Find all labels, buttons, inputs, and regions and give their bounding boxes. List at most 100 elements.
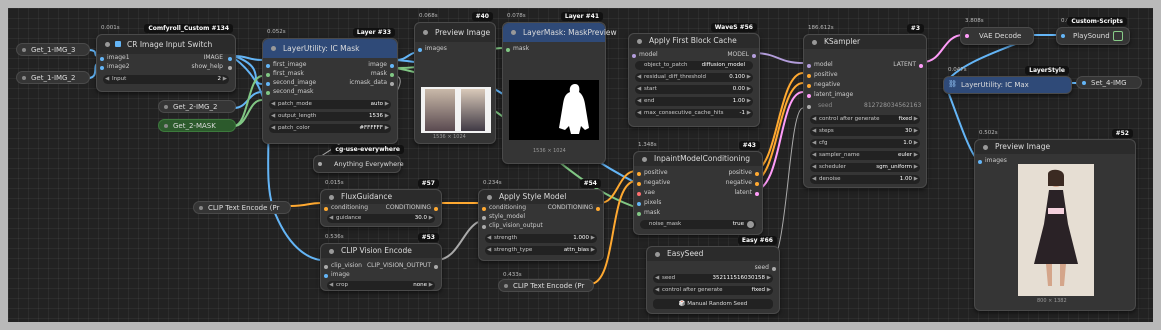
input-slot[interactable]: negative bbox=[814, 81, 840, 88]
easy-seed-node[interactable]: Easy #66 EasySeed seed ◀ seed 352111516030… bbox=[646, 236, 780, 314]
inpaint-model-conditioning-node[interactable]: 1.348s #43 InpaintModelConditioning posi… bbox=[633, 141, 763, 235]
strength-type-field[interactable]: ◀ strength_type attn_bias ▶ bbox=[485, 246, 597, 255]
node-badge: Easy #66 bbox=[737, 236, 777, 245]
checkbox-icon[interactable] bbox=[115, 41, 121, 47]
input-slot[interactable]: style_model bbox=[489, 213, 525, 220]
input-slot[interactable]: negative bbox=[644, 179, 670, 186]
input-slot[interactable]: clip_vision bbox=[331, 262, 362, 269]
timing-label: 0.068s bbox=[419, 13, 438, 19]
input-slot[interactable]: pixels bbox=[644, 199, 661, 206]
strength-field[interactable]: ◀ strength 1.000 ▶ bbox=[485, 234, 597, 243]
output-slot[interactable]: image bbox=[368, 61, 387, 68]
input-slot[interactable]: positive bbox=[644, 169, 668, 176]
input-slot[interactable]: vae bbox=[644, 189, 655, 196]
residual-diff-threshold-field[interactable]: ◀ residual_diff_threshold 0.100 ▶ bbox=[635, 73, 753, 82]
node-graph-canvas[interactable]: Get_1-IMG_3 Get_1-IMG_2 Get_2-IMG_2 Get_… bbox=[8, 8, 1153, 322]
output-slot[interactable]: CONDITIONING bbox=[548, 204, 593, 211]
node-badge: Comfyroll_Custom #134 bbox=[144, 24, 233, 33]
input-slot[interactable]: model bbox=[639, 51, 658, 58]
input-slot[interactable]: first_image bbox=[273, 61, 306, 68]
patch-mode-field[interactable]: ◀ patch_mode auto ▶ bbox=[269, 100, 391, 109]
preview-image-node-2[interactable]: 0.502s #52 Preview Image images 800 × 13… bbox=[974, 129, 1136, 311]
input-slot[interactable]: latent_image bbox=[814, 91, 853, 98]
get-img3-node[interactable]: Get_1-IMG_3 bbox=[16, 43, 90, 56]
input-slot[interactable]: conditioning bbox=[331, 204, 368, 211]
output-slot[interactable]: CONDITIONING bbox=[386, 204, 431, 211]
vae-decode-node[interactable]: 3.808s VAE Decode bbox=[960, 18, 1034, 45]
output-slot[interactable]: LATENT bbox=[893, 61, 916, 68]
get-img2-node[interactable]: Get_1-IMG_2 bbox=[16, 71, 90, 84]
node-title: PlaySound bbox=[1073, 32, 1110, 40]
crop-field[interactable]: ◀ crop none ▶ bbox=[327, 281, 435, 290]
playsound-node[interactable]: 0.003s Custom-Scripts PlaySound bbox=[1056, 17, 1130, 45]
anything-everywhere-node[interactable]: cg-use-everywhere Anything Everywhere bbox=[313, 145, 404, 173]
node-title: LayerUtility: IC Max bbox=[961, 81, 1029, 89]
input-slot[interactable]: second_image bbox=[273, 79, 316, 86]
end-field[interactable]: ◀ end 1.00 ▶ bbox=[635, 97, 753, 106]
node-label: Get_2-IMG_2 bbox=[173, 103, 218, 111]
ic-max-node[interactable]: 0.047s LayerStyle ⛓ LayerUtility: IC Max bbox=[943, 66, 1072, 94]
output-slot[interactable]: mask bbox=[371, 70, 387, 77]
output-slot[interactable]: positive bbox=[728, 169, 752, 176]
input-slot[interactable]: first_mask bbox=[273, 70, 304, 77]
output-slot[interactable]: seed bbox=[755, 264, 769, 271]
denoise-field[interactable]: ◀ denoise 1.00 ▶ bbox=[810, 175, 920, 184]
steps-field[interactable]: ◀ steps 30 ▶ bbox=[810, 127, 920, 136]
output-slot[interactable]: negative bbox=[726, 179, 752, 186]
ic-mask-node[interactable]: 0.052s Layer #33 LayerUtility: IC Mask f… bbox=[262, 28, 398, 144]
input-selector[interactable]: ◀ Input 2 ▶ bbox=[103, 75, 229, 84]
input-slot[interactable]: images bbox=[985, 157, 1007, 164]
input-slot[interactable]: clip_vision_output bbox=[489, 222, 543, 229]
input-slot[interactable]: positive bbox=[814, 71, 838, 78]
timing-label: 0.234s bbox=[483, 180, 502, 186]
input-slot[interactable]: images bbox=[425, 45, 447, 52]
cfg-field[interactable]: ◀ cfg 1.0 ▶ bbox=[810, 139, 920, 148]
scheduler-field[interactable]: ◀ scheduler sgm_uniform ▶ bbox=[810, 163, 920, 172]
apply-style-model-node[interactable]: 0.234s #54 Apply Style Model conditionin… bbox=[478, 179, 604, 261]
input-slot[interactable]: mask bbox=[513, 45, 529, 52]
clip-vision-encode-node[interactable]: 0.536s #53 CLIP Vision Encode clip_visio… bbox=[320, 233, 442, 291]
output-slot[interactable]: show_help bbox=[192, 63, 223, 70]
seed-value[interactable]: 812728034562163 bbox=[864, 102, 921, 109]
node-label: Set_4-IMG bbox=[1091, 79, 1127, 87]
clip-text-encode-node[interactable]: CLIP Text Encode (Pr bbox=[193, 201, 291, 214]
patch-color-field[interactable]: ◀ patch_color #FFFFFF ▶ bbox=[269, 124, 391, 133]
clip-text-encode-node-2[interactable]: CLIP Text Encode (Pr 0.433s bbox=[498, 272, 594, 292]
control-after-generate-field[interactable]: ◀ control after generate fixed ▶ bbox=[810, 115, 920, 124]
control-after-generate-field[interactable]: ◀ control after generate fixed ▶ bbox=[653, 286, 773, 295]
ksampler-node[interactable]: 186.612s #3 KSampler model positive nega… bbox=[803, 24, 927, 188]
noise-mask-toggle[interactable]: noise_mask true bbox=[640, 220, 756, 229]
object-to-patch-field[interactable]: object_to_patch diffusion_model bbox=[635, 61, 753, 70]
start-field[interactable]: ◀ start 0.00 ▶ bbox=[635, 85, 753, 94]
input-slot[interactable]: image bbox=[331, 271, 350, 278]
input-slot[interactable]: conditioning bbox=[489, 204, 526, 211]
apply-first-block-cache-node[interactable]: WaveS #56 Apply First Block Cache model … bbox=[628, 23, 760, 127]
output-slot[interactable]: MODEL bbox=[727, 51, 749, 58]
toggle-knob-icon[interactable] bbox=[747, 221, 754, 228]
input-slot[interactable]: image1 bbox=[107, 54, 130, 61]
input-slot[interactable]: model bbox=[814, 61, 833, 68]
manual-random-seed-button[interactable]: 🎲 Manual Random Seed bbox=[653, 299, 773, 309]
mask-preview-node[interactable]: 0.078s Layer #41 LayerMask: MaskPreview … bbox=[502, 12, 617, 164]
preview-image-node[interactable]: 0.068s #40 Preview Image images 1536 × 1… bbox=[414, 12, 496, 144]
guidance-field[interactable]: ◀ guidance 30.0 ▶ bbox=[327, 214, 435, 223]
node-title: Apply First Block Cache bbox=[649, 36, 737, 45]
max-cache-hits-field[interactable]: ◀ max_consecutive_cache_hits -1 ▶ bbox=[635, 109, 753, 118]
input-slot[interactable]: mask bbox=[644, 209, 660, 216]
input-slot[interactable]: second_mask bbox=[273, 88, 314, 95]
output-slot[interactable]: IMAGE bbox=[204, 54, 223, 61]
output-slot[interactable]: icmask_data bbox=[349, 79, 387, 86]
flux-guidance-node[interactable]: 0.015s #57 FluxGuidance conditioning CON… bbox=[320, 179, 442, 227]
output-slot[interactable]: latent bbox=[734, 189, 752, 196]
get2-img2-node[interactable]: Get_2-IMG_2 bbox=[158, 100, 236, 113]
output-length-field[interactable]: ◀ output_length 1536 ▶ bbox=[269, 112, 391, 121]
get2-mask-node[interactable]: Get_2-MASK bbox=[158, 119, 236, 132]
node-title: CLIP Vision Encode bbox=[341, 246, 412, 255]
sampler-name-field[interactable]: ◀ sampler_name euler ▶ bbox=[810, 151, 920, 160]
cr-image-input-switch-node[interactable]: 0.001s Comfyroll_Custom #134 CR Image In… bbox=[96, 24, 236, 92]
node-badge: #40 bbox=[471, 12, 493, 21]
output-slot[interactable]: CLIP_VISION_OUTPUT bbox=[367, 262, 431, 269]
seed-field[interactable]: ◀ seed 352111516030158 ▶ bbox=[653, 274, 773, 283]
set4-img-node[interactable]: Set_4-IMG bbox=[1076, 76, 1142, 89]
input-slot[interactable]: image2 bbox=[107, 63, 130, 70]
